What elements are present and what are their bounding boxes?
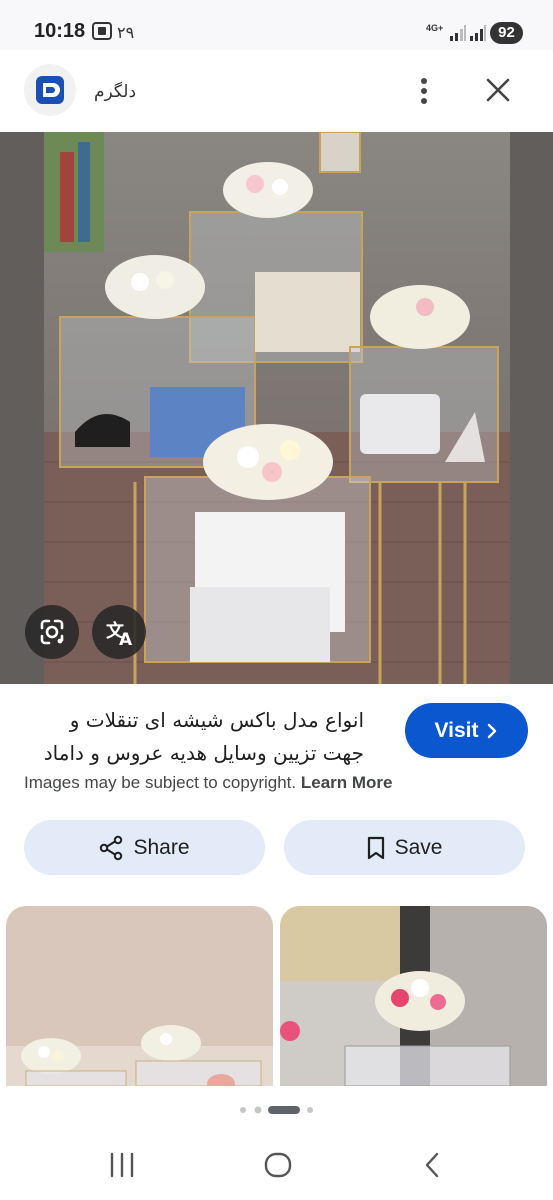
translate-icon: 文 A (106, 620, 133, 650)
result-title: انواع مدل باکس شیشه ای تنقلات و جهت تزیی… (24, 704, 364, 770)
status-time: 10:18 (34, 20, 86, 42)
related-image-1[interactable] (6, 906, 273, 1086)
status-bar: 10:18 ۲۹ 4G+ 92 (0, 0, 553, 50)
share-label: Share (133, 835, 190, 859)
google-lens-icon (40, 619, 64, 645)
visit-button[interactable]: Visit (405, 703, 528, 758)
carousel-indicator (0, 1102, 553, 1114)
chevron-right-icon (488, 723, 497, 738)
battery-indicator: 92 (490, 22, 523, 44)
gift-boxes-photo (0, 132, 553, 684)
signal-icon-2 (470, 25, 486, 41)
related-image-2[interactable] (280, 906, 547, 1086)
save-label: Save (394, 835, 443, 859)
page-header: دلگرم (0, 50, 553, 132)
screenshot-icon (92, 22, 112, 40)
related-image-1-photo (6, 906, 273, 1086)
copyright-text: Images may be subject to copyright. (24, 773, 297, 792)
google-lens-button[interactable] (25, 605, 79, 659)
home-icon[interactable] (263, 1151, 293, 1179)
dots-vertical-icon[interactable] (410, 76, 438, 106)
share-button[interactable]: Share (24, 820, 265, 875)
svg-text:A: A (119, 630, 133, 650)
notification-count: ۲۹ (117, 25, 135, 42)
network-type: 4G+ (426, 23, 444, 33)
signal-icon (450, 25, 466, 41)
learn-more-link[interactable]: Learn More (301, 773, 393, 792)
carousel-dots (240, 1106, 313, 1114)
save-button[interactable]: Save (284, 820, 525, 875)
share-icon (100, 835, 123, 860)
close-icon[interactable] (484, 76, 512, 104)
result-title-line1: انواع مدل باکس شیشه ای تنقلات و (69, 708, 364, 732)
site-name: دلگرم (94, 82, 137, 101)
system-nav-bar (0, 1130, 553, 1200)
site-logo (24, 64, 76, 116)
result-title-line2: جهت تزیین وسایل هدیه عروس و داماد (43, 741, 364, 765)
back-icon[interactable] (422, 1151, 442, 1179)
result-image[interactable] (0, 132, 553, 684)
recent-apps-icon[interactable] (108, 1152, 136, 1178)
related-image-2-photo (280, 906, 547, 1086)
copyright-notice: Images may be subject to copyright. Lear… (24, 773, 393, 793)
translate-button[interactable]: 文 A (92, 605, 146, 659)
bookmark-icon (367, 836, 384, 859)
visit-label: Visit (434, 718, 479, 742)
site-logo-icon (36, 76, 64, 104)
